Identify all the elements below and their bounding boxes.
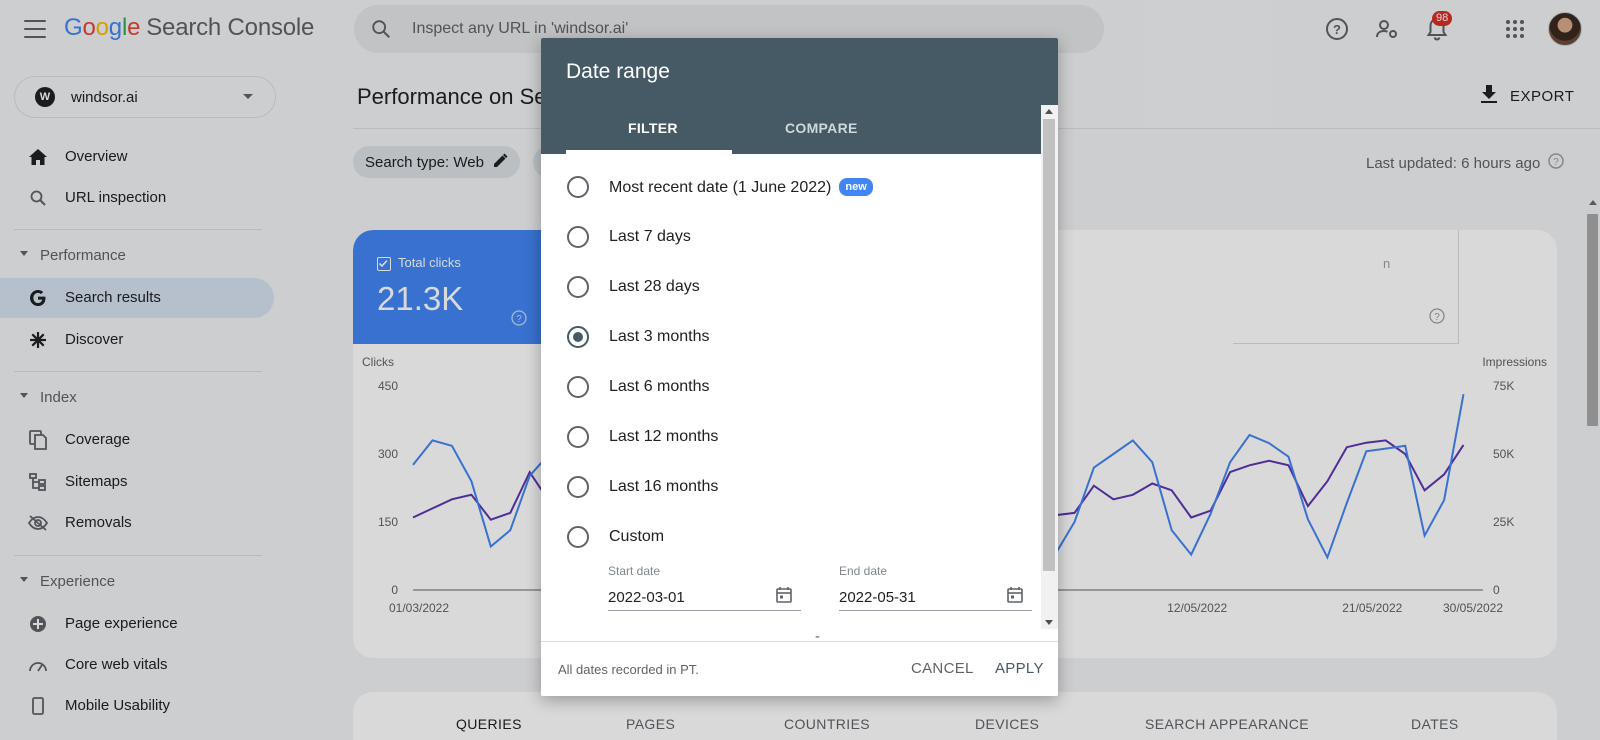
new-badge: new [839, 178, 873, 196]
radio-button[interactable] [567, 476, 589, 498]
start-date-input[interactable] [608, 586, 768, 608]
option-last-28-days[interactable]: Last 28 days [567, 274, 1027, 304]
option-label: Last 16 months [609, 478, 719, 495]
option-last-12-months[interactable]: Last 12 months [567, 424, 1027, 454]
scroll-down-arrow-icon[interactable] [1045, 620, 1053, 625]
date-range-dialog: Date range FILTER COMPARE Most recent da… [541, 38, 1058, 696]
option-label: Last 3 months [609, 328, 710, 345]
timezone-note: All dates recorded in PT. [558, 662, 699, 677]
end-date-label: End date [839, 564, 888, 578]
dialog-footer: All dates recorded in PT. CANCEL APPLY [541, 641, 1058, 696]
option-custom[interactable]: Custom [567, 524, 1027, 554]
option-label: Last 12 months [609, 428, 719, 445]
dialog-title: Date range [566, 60, 670, 83]
option-last-3-months[interactable]: Last 3 months [567, 324, 1027, 354]
option-last-7-days[interactable]: Last 7 days [567, 224, 1027, 254]
scroll-up-arrow-icon[interactable] [1045, 109, 1053, 114]
radio-button[interactable] [567, 226, 589, 248]
scrollbar-thumb[interactable] [1043, 119, 1055, 571]
radio-button[interactable] [567, 426, 589, 448]
option-label: Last 7 days [609, 228, 691, 245]
radio-button[interactable] [567, 176, 589, 198]
radio-button[interactable] [567, 376, 589, 398]
option-most-recent-date[interactable]: Most recent date (1 June 2022) new [567, 174, 1027, 204]
tab-filter[interactable]: FILTER [628, 120, 678, 136]
start-date-field[interactable]: Start date [608, 564, 801, 614]
field-underline [839, 610, 1032, 611]
radio-button[interactable] [567, 276, 589, 298]
start-date-label: Start date [608, 564, 661, 578]
apply-button[interactable]: APPLY [995, 660, 1044, 677]
radio-button[interactable] [567, 526, 589, 548]
end-date-field[interactable]: End date [839, 564, 1032, 614]
tab-compare[interactable]: COMPARE [785, 120, 858, 136]
option-label-wrap: Most recent date (1 June 2022) new [609, 178, 873, 197]
field-underline [608, 610, 801, 611]
end-date-input[interactable] [839, 586, 999, 608]
cancel-button[interactable]: CANCEL [911, 660, 974, 677]
calendar-icon[interactable] [775, 586, 793, 609]
option-label: Last 28 days [609, 278, 700, 295]
option-last-16-months[interactable]: Last 16 months [567, 474, 1027, 504]
option-label: Last 6 months [609, 378, 710, 395]
radio-button-selected[interactable] [567, 326, 589, 348]
dialog-scrollbar[interactable] [1041, 105, 1058, 629]
calendar-icon[interactable] [1006, 586, 1024, 609]
option-label: Custom [609, 528, 665, 545]
dialog-header: Date range FILTER COMPARE [541, 38, 1058, 154]
option-last-6-months[interactable]: Last 6 months [567, 374, 1027, 404]
date-range-options: Most recent date (1 June 2022) new Last 7… [541, 154, 1041, 645]
option-label: Most recent date (1 June 2022) [609, 179, 832, 196]
